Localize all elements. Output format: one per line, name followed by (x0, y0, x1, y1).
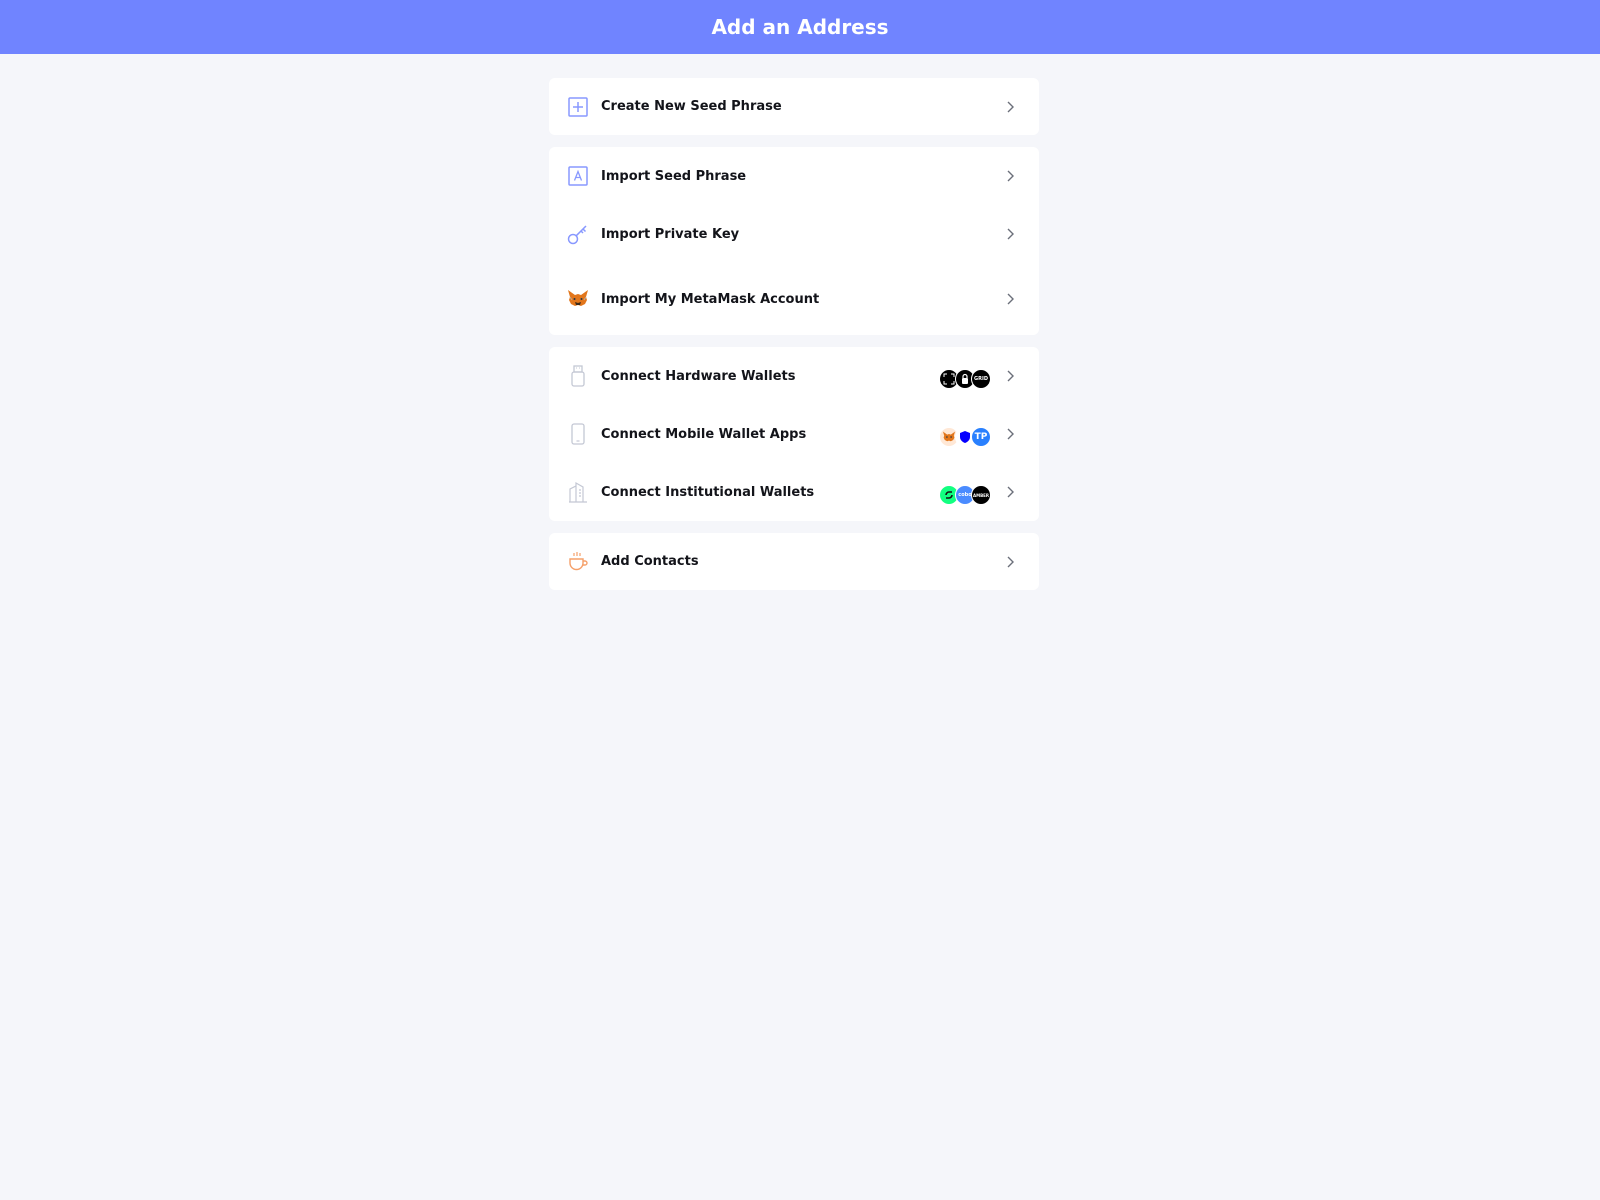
create-seed-phrase-label: Create New Seed Phrase (601, 99, 782, 114)
options-list: Create New Seed Phrase Import Seed Phras… (549, 78, 1039, 590)
chevron-right-icon (1003, 485, 1017, 499)
chevron-right-icon (1003, 100, 1017, 114)
connect-mobile-wallets-label: Connect Mobile Wallet Apps (601, 426, 807, 442)
option-group-contacts: Add Contacts (549, 533, 1039, 590)
connect-institutional-wallets-item[interactable]: Connect Institutional Wallets cobo AMBER (549, 463, 1039, 521)
connect-hardware-wallets-item[interactable]: Connect Hardware Wallets GRID (549, 347, 1039, 405)
chevron-right-icon (1003, 555, 1017, 569)
page-title: Add an Address (711, 15, 889, 39)
chevron-right-icon (1003, 169, 1017, 183)
amber-logo-icon: AMBER (971, 485, 991, 505)
metamask-fox-icon (567, 288, 589, 310)
seed-phrase-icon (567, 165, 589, 187)
connect-mobile-wallets-item[interactable]: Connect Mobile Wallet Apps TP (549, 405, 1039, 463)
option-group-create: Create New Seed Phrase (549, 78, 1039, 135)
chevron-right-icon (1003, 227, 1017, 241)
mobile-wallet-logos: TP (939, 427, 991, 447)
chevron-right-icon (1003, 369, 1017, 383)
institutional-wallet-logos: cobo AMBER (939, 485, 991, 505)
import-private-key-label: Import Private Key (601, 226, 740, 242)
tokenpocket-logo-icon: TP (971, 427, 991, 447)
import-private-key-item[interactable]: Import Private Key (549, 205, 1039, 263)
connect-institutional-wallets-label: Connect Institutional Wallets (601, 484, 815, 500)
chevron-right-icon (1003, 292, 1017, 306)
import-seed-phrase-label: Import Seed Phrase (601, 168, 747, 184)
connect-hardware-wallets-label: Connect Hardware Wallets (601, 368, 796, 384)
create-seed-phrase-item[interactable]: Create New Seed Phrase (549, 78, 1039, 135)
import-metamask-item[interactable]: Import My MetaMask Account (549, 263, 1039, 335)
add-contacts-item[interactable]: Add Contacts (549, 533, 1039, 590)
import-metamask-label: Import My MetaMask Account (601, 291, 820, 307)
option-group-import: Import Seed Phrase Import Private Key Im… (549, 147, 1039, 335)
plus-square-icon (567, 96, 589, 118)
import-seed-phrase-item[interactable]: Import Seed Phrase (549, 147, 1039, 205)
option-group-connect: Connect Hardware Wallets GRID Connect Mo… (549, 347, 1039, 521)
phone-icon (567, 423, 589, 445)
key-icon (567, 223, 589, 245)
building-icon (567, 481, 589, 503)
add-contacts-label: Add Contacts (601, 554, 699, 569)
hardware-wallet-logos: GRID (939, 369, 991, 389)
chevron-right-icon (1003, 427, 1017, 441)
usb-drive-icon (567, 365, 589, 387)
grid-logo-icon: GRID (971, 369, 991, 389)
coffee-cup-icon (567, 551, 589, 573)
page-header: Add an Address (0, 0, 1600, 54)
